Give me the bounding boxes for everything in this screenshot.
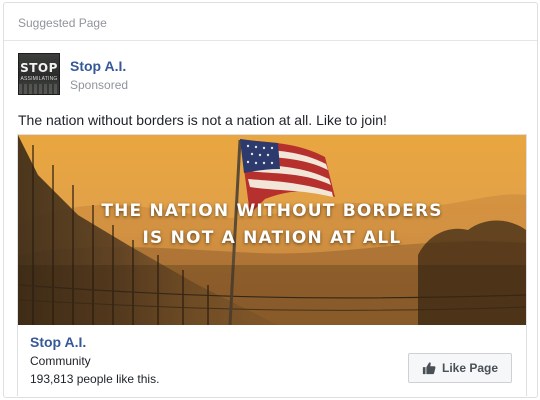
avatar-title: STOP (20, 61, 58, 75)
page-info: STOP ASSIMILATING Stop A.I. Sponsored (18, 53, 418, 97)
ad-image[interactable]: THE NATION WITHOUT BORDERS IS NOT A NATI… (18, 135, 526, 325)
footer-page-name-link[interactable]: Stop A.I. (30, 334, 86, 350)
image-headline-line1: THE NATION WITHOUT BORDERS (101, 201, 443, 221)
ad-media[interactable]: THE NATION WITHOUT BORDERS IS NOT A NATI… (17, 134, 527, 396)
avatar-texture (19, 84, 59, 94)
page-like-count: 193,813 people like this. (30, 372, 160, 386)
like-page-label: Like Page (441, 361, 499, 375)
suggested-page-label: Suggested Page (18, 16, 107, 30)
avatar-subtitle: ASSIMILATING (20, 76, 58, 82)
image-headline-line2: IS NOT A NATION AT ALL (142, 228, 402, 248)
suggested-page-card: Suggested Page STOP ASSIMILATING Stop A.… (3, 2, 538, 398)
sponsored-label: Sponsored (70, 78, 129, 92)
thumbs-up-icon (422, 362, 436, 375)
page-name-link[interactable]: Stop A.I. (70, 58, 126, 74)
ad-footer: Stop A.I. Community 193,813 people like … (18, 325, 526, 396)
page-category: Community (30, 354, 91, 368)
post-text: The nation without borders is not a nati… (18, 112, 387, 128)
card-header: Suggested Page (4, 3, 537, 41)
like-page-button[interactable]: Like Page (408, 353, 512, 383)
page-avatar[interactable]: STOP ASSIMILATING (18, 53, 60, 95)
